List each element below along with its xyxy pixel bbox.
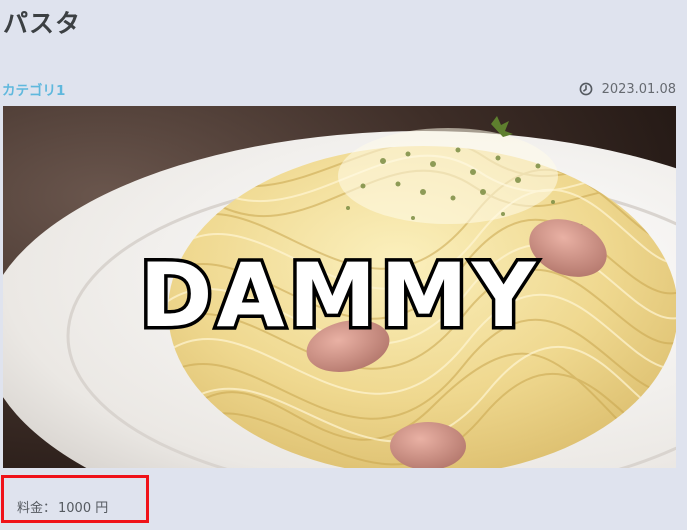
post-meta: カテゴリ1 2023.01.08 bbox=[2, 79, 676, 100]
category-link[interactable]: カテゴリ1 bbox=[2, 79, 65, 99]
post-date: 2023.01.08 bbox=[579, 82, 676, 97]
post-page: パスタ カテゴリ1 2023.01.08 DAMMY 料金： 1000 円 bbox=[0, 0, 687, 530]
post-image: DAMMY bbox=[3, 106, 676, 468]
clock-icon bbox=[579, 82, 593, 96]
price-label: 料金： bbox=[17, 501, 57, 516]
price: 料金： 1000 円 bbox=[17, 497, 108, 516]
page-title: パスタ bbox=[3, 9, 82, 38]
image-watermark-text: DAMMY bbox=[139, 244, 539, 347]
price-value: 1000 円 bbox=[58, 501, 109, 516]
date-text: 2023.01.08 bbox=[601, 81, 676, 97]
